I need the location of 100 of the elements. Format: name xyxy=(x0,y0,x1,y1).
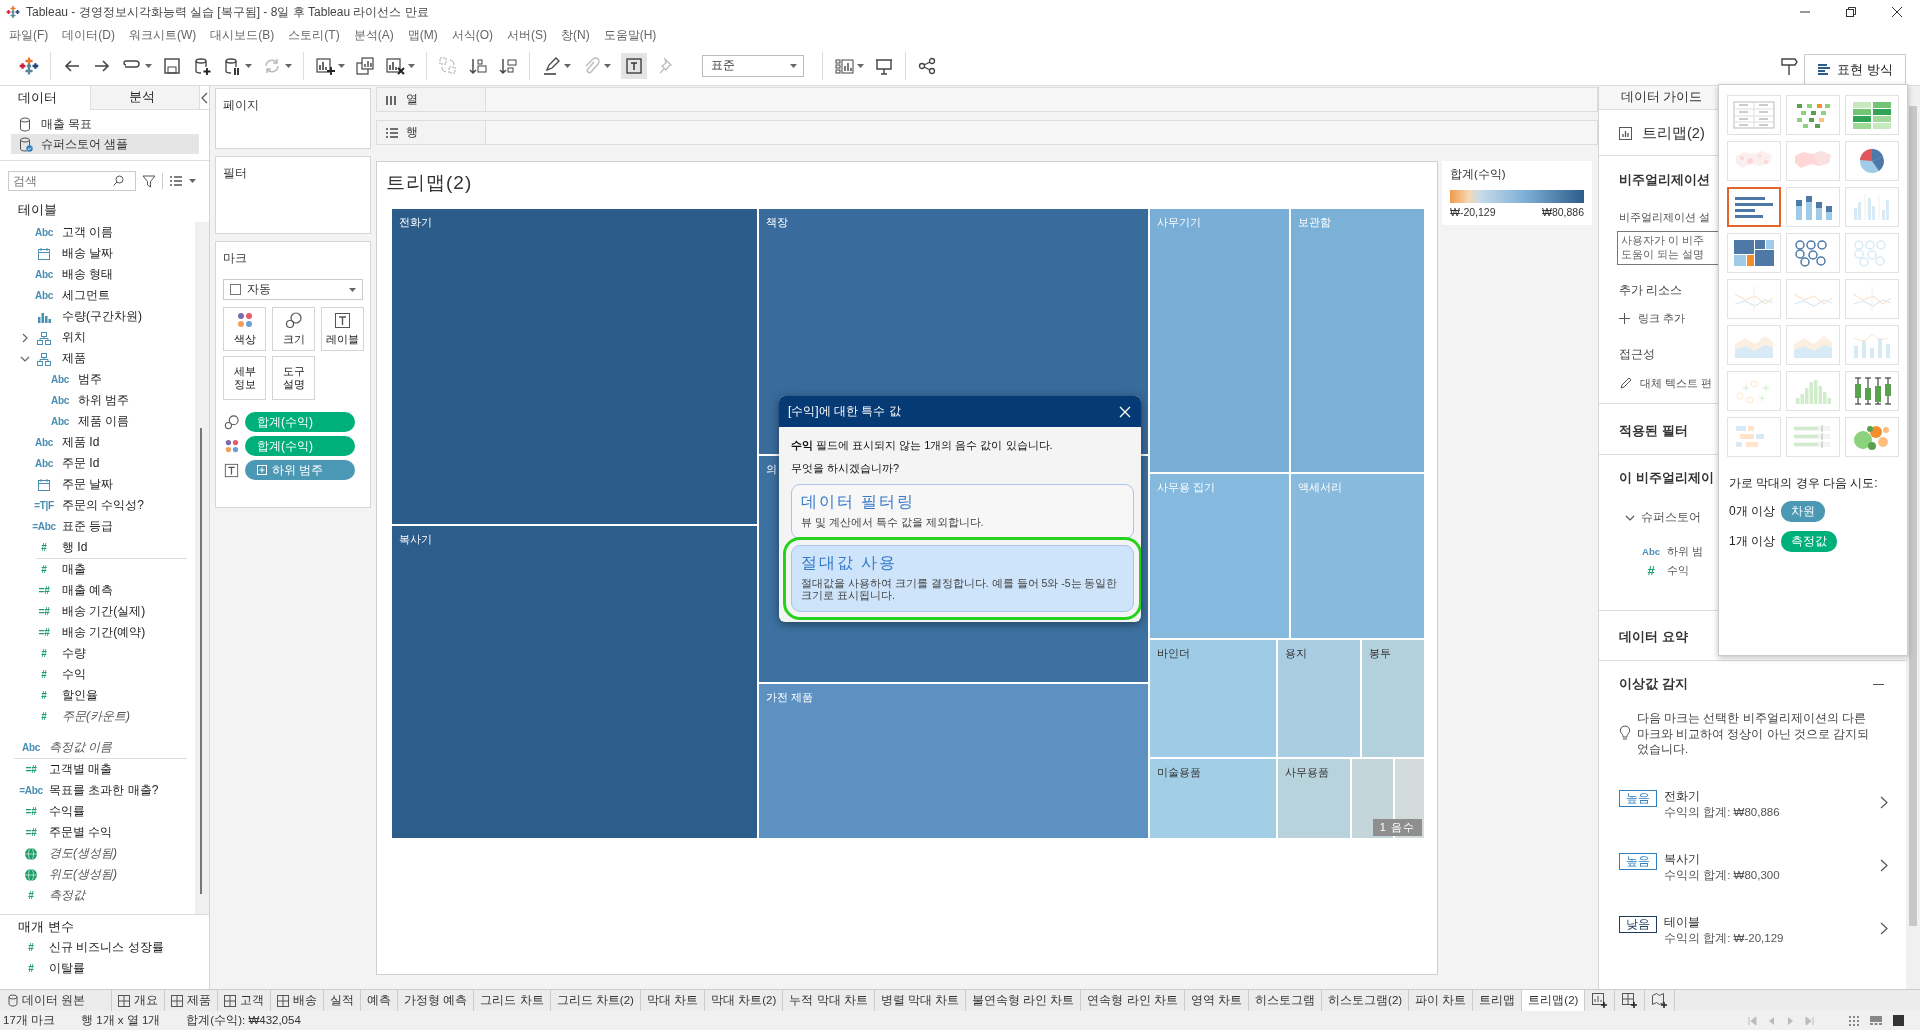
label-icon[interactable] xyxy=(624,55,644,76)
filter-icon[interactable] xyxy=(142,173,156,188)
chart-type-button[interactable] xyxy=(1727,187,1781,227)
sheet-tab[interactable]: 트리맵(2) xyxy=(1522,990,1586,1011)
field-name[interactable]: 수량(구간차원) xyxy=(62,308,142,325)
caret-icon[interactable] xyxy=(245,63,252,68)
menu-item[interactable]: 스토리(T) xyxy=(281,26,347,44)
treemap-cell[interactable]: 미술용품 xyxy=(1149,758,1278,839)
mark-type-dropdown[interactable]: 자동 xyxy=(223,279,363,300)
field-name[interactable]: 경도(생성됨) xyxy=(49,845,117,862)
shelf-field[interactable] xyxy=(486,87,1598,112)
menu-item[interactable]: 서버(S) xyxy=(500,26,554,44)
chevron-icon[interactable] xyxy=(1880,795,1888,809)
field-name[interactable]: 배송 기간(예약) xyxy=(62,624,146,641)
filmstrip-view-icon[interactable] xyxy=(1869,1015,1883,1026)
field-name[interactable]: 주문(카운트) xyxy=(62,708,130,725)
data-source-item[interactable]: 매출 목표 xyxy=(11,114,199,134)
field-name[interactable]: 측정값 이름 xyxy=(49,739,113,756)
treemap-cell[interactable]: 전화기 xyxy=(391,208,758,526)
field-name[interactable]: 이탈률 xyxy=(49,960,85,977)
field-name[interactable]: 매출 xyxy=(62,561,86,578)
field-name[interactable]: 표준 등급 xyxy=(62,518,114,535)
data-source-item[interactable]: 슈퍼스토어 샘플 xyxy=(11,134,199,154)
menu-item[interactable]: 파일(F) xyxy=(2,26,56,44)
pause-datasource-icon[interactable] xyxy=(222,55,242,76)
menu-item[interactable]: 대시보드(B) xyxy=(203,26,282,44)
treemap-cell[interactable]: 사무용품 xyxy=(1277,758,1352,839)
shelf-field[interactable] xyxy=(486,120,1598,145)
field-name[interactable]: 수익 xyxy=(62,666,86,683)
close-icon[interactable] xyxy=(1892,7,1902,17)
save-icon[interactable] xyxy=(162,55,182,76)
chevron-icon[interactable] xyxy=(1880,858,1888,872)
caret-icon[interactable] xyxy=(604,63,611,68)
mark-property-button[interactable]: 도구 설명 xyxy=(272,356,315,400)
field-name[interactable]: 제품 Id xyxy=(62,434,100,451)
field-name[interactable]: 배송 형태 xyxy=(62,266,114,283)
chevron-icon[interactable] xyxy=(1880,921,1888,935)
signpost-icon[interactable] xyxy=(1779,55,1800,76)
new-worksheet-icon[interactable] xyxy=(315,55,335,76)
menu-item[interactable]: 워크시트(W) xyxy=(122,26,204,44)
new-dashboard-icon[interactable] xyxy=(1622,993,1638,1008)
field-name[interactable]: 목표를 초과한 매출? xyxy=(49,782,159,799)
search-field[interactable]: 검색 xyxy=(13,172,113,189)
field-name[interactable]: 신규 비즈니스 성장률 xyxy=(49,939,164,956)
caret-icon[interactable] xyxy=(338,63,345,68)
caret-icon[interactable] xyxy=(564,63,571,68)
mark-property-button[interactable]: 세부 정보 xyxy=(223,356,266,400)
field-name[interactable]: 측정값 xyxy=(49,887,85,904)
field-name[interactable]: 범주 xyxy=(78,371,102,388)
field-name[interactable]: 수익률 xyxy=(49,803,85,820)
menu-item[interactable]: 서식(O) xyxy=(444,26,500,44)
new-story-icon[interactable] xyxy=(1652,993,1668,1008)
caret-icon[interactable] xyxy=(189,178,196,183)
field-name[interactable]: 주문별 수익 xyxy=(49,824,113,841)
field-name[interactable]: 제품 xyxy=(62,350,86,367)
menu-item[interactable]: 분석(A) xyxy=(346,26,401,44)
new-worksheet-icon[interactable] xyxy=(1592,993,1608,1008)
field-name[interactable]: 주문의 수익성? xyxy=(62,497,144,514)
chevron-icon[interactable] xyxy=(20,332,30,343)
field-name[interactable]: 주문 Id xyxy=(62,455,100,472)
menu-item[interactable]: 데이터(D) xyxy=(55,26,122,44)
add-datasource-icon[interactable] xyxy=(192,55,212,76)
highlighter-icon[interactable] xyxy=(541,55,561,76)
restore-icon[interactable] xyxy=(1846,7,1856,17)
caret-icon[interactable] xyxy=(145,63,152,68)
field-name[interactable]: 할인율 xyxy=(62,687,98,704)
field-name[interactable]: 위치 xyxy=(62,329,86,346)
field-name[interactable]: 주문 날짜 xyxy=(62,476,114,493)
mark-property-button[interactable]: 크기 xyxy=(272,307,315,351)
field-name[interactable]: 배송 날짜 xyxy=(62,245,114,262)
field-name[interactable]: 하위 범주 xyxy=(78,392,130,409)
treemap-cell[interactable]: 용지 xyxy=(1277,639,1361,759)
field-name[interactable]: 매출 예측 xyxy=(62,582,114,599)
duplicate-icon[interactable] xyxy=(355,55,375,76)
clear-sheet-icon[interactable] xyxy=(385,55,405,76)
field-name[interactable]: 위도(생성됨) xyxy=(49,866,117,883)
field-name[interactable]: 고객 이름 xyxy=(62,224,114,241)
scrollbar[interactable] xyxy=(1909,106,1917,926)
share-icon[interactable] xyxy=(917,55,937,76)
treemap-cell[interactable]: 바인더 xyxy=(1149,639,1278,759)
menu-item[interactable]: 맵(M) xyxy=(400,26,445,44)
add-link[interactable]: 링크 추가 xyxy=(1638,311,1686,326)
dialog-option[interactable]: 데이터 필터링 뷰 및 계산에서 특수 값을 제외합니다. xyxy=(791,484,1134,539)
field-name[interactable]: 배송 기간(실제) xyxy=(62,603,146,620)
treemap-cell[interactable]: 봉투 xyxy=(1361,639,1425,759)
caret-icon[interactable] xyxy=(857,63,864,68)
field-name[interactable]: 행 Id xyxy=(62,539,88,556)
add-icon[interactable] xyxy=(1619,313,1630,324)
field-name[interactable]: 세그먼트 xyxy=(62,287,110,304)
caret-icon[interactable] xyxy=(285,63,292,68)
caret-icon[interactable] xyxy=(408,63,415,68)
mark-size-dropdown[interactable]: 표준 xyxy=(702,54,804,77)
grid-view-icon[interactable] xyxy=(1848,1015,1859,1026)
menu-item[interactable]: 창(N) xyxy=(554,26,597,44)
show-me-button[interactable]: 표현 방식 xyxy=(1804,53,1906,86)
field-name[interactable]: 제품 이름 xyxy=(78,413,130,430)
list-view-icon[interactable] xyxy=(169,174,183,187)
menu-item[interactable]: 도움말(H) xyxy=(596,26,664,44)
mark-property-button[interactable]: 색상 xyxy=(223,307,266,351)
field-name[interactable]: 고객별 매출 xyxy=(49,761,113,778)
